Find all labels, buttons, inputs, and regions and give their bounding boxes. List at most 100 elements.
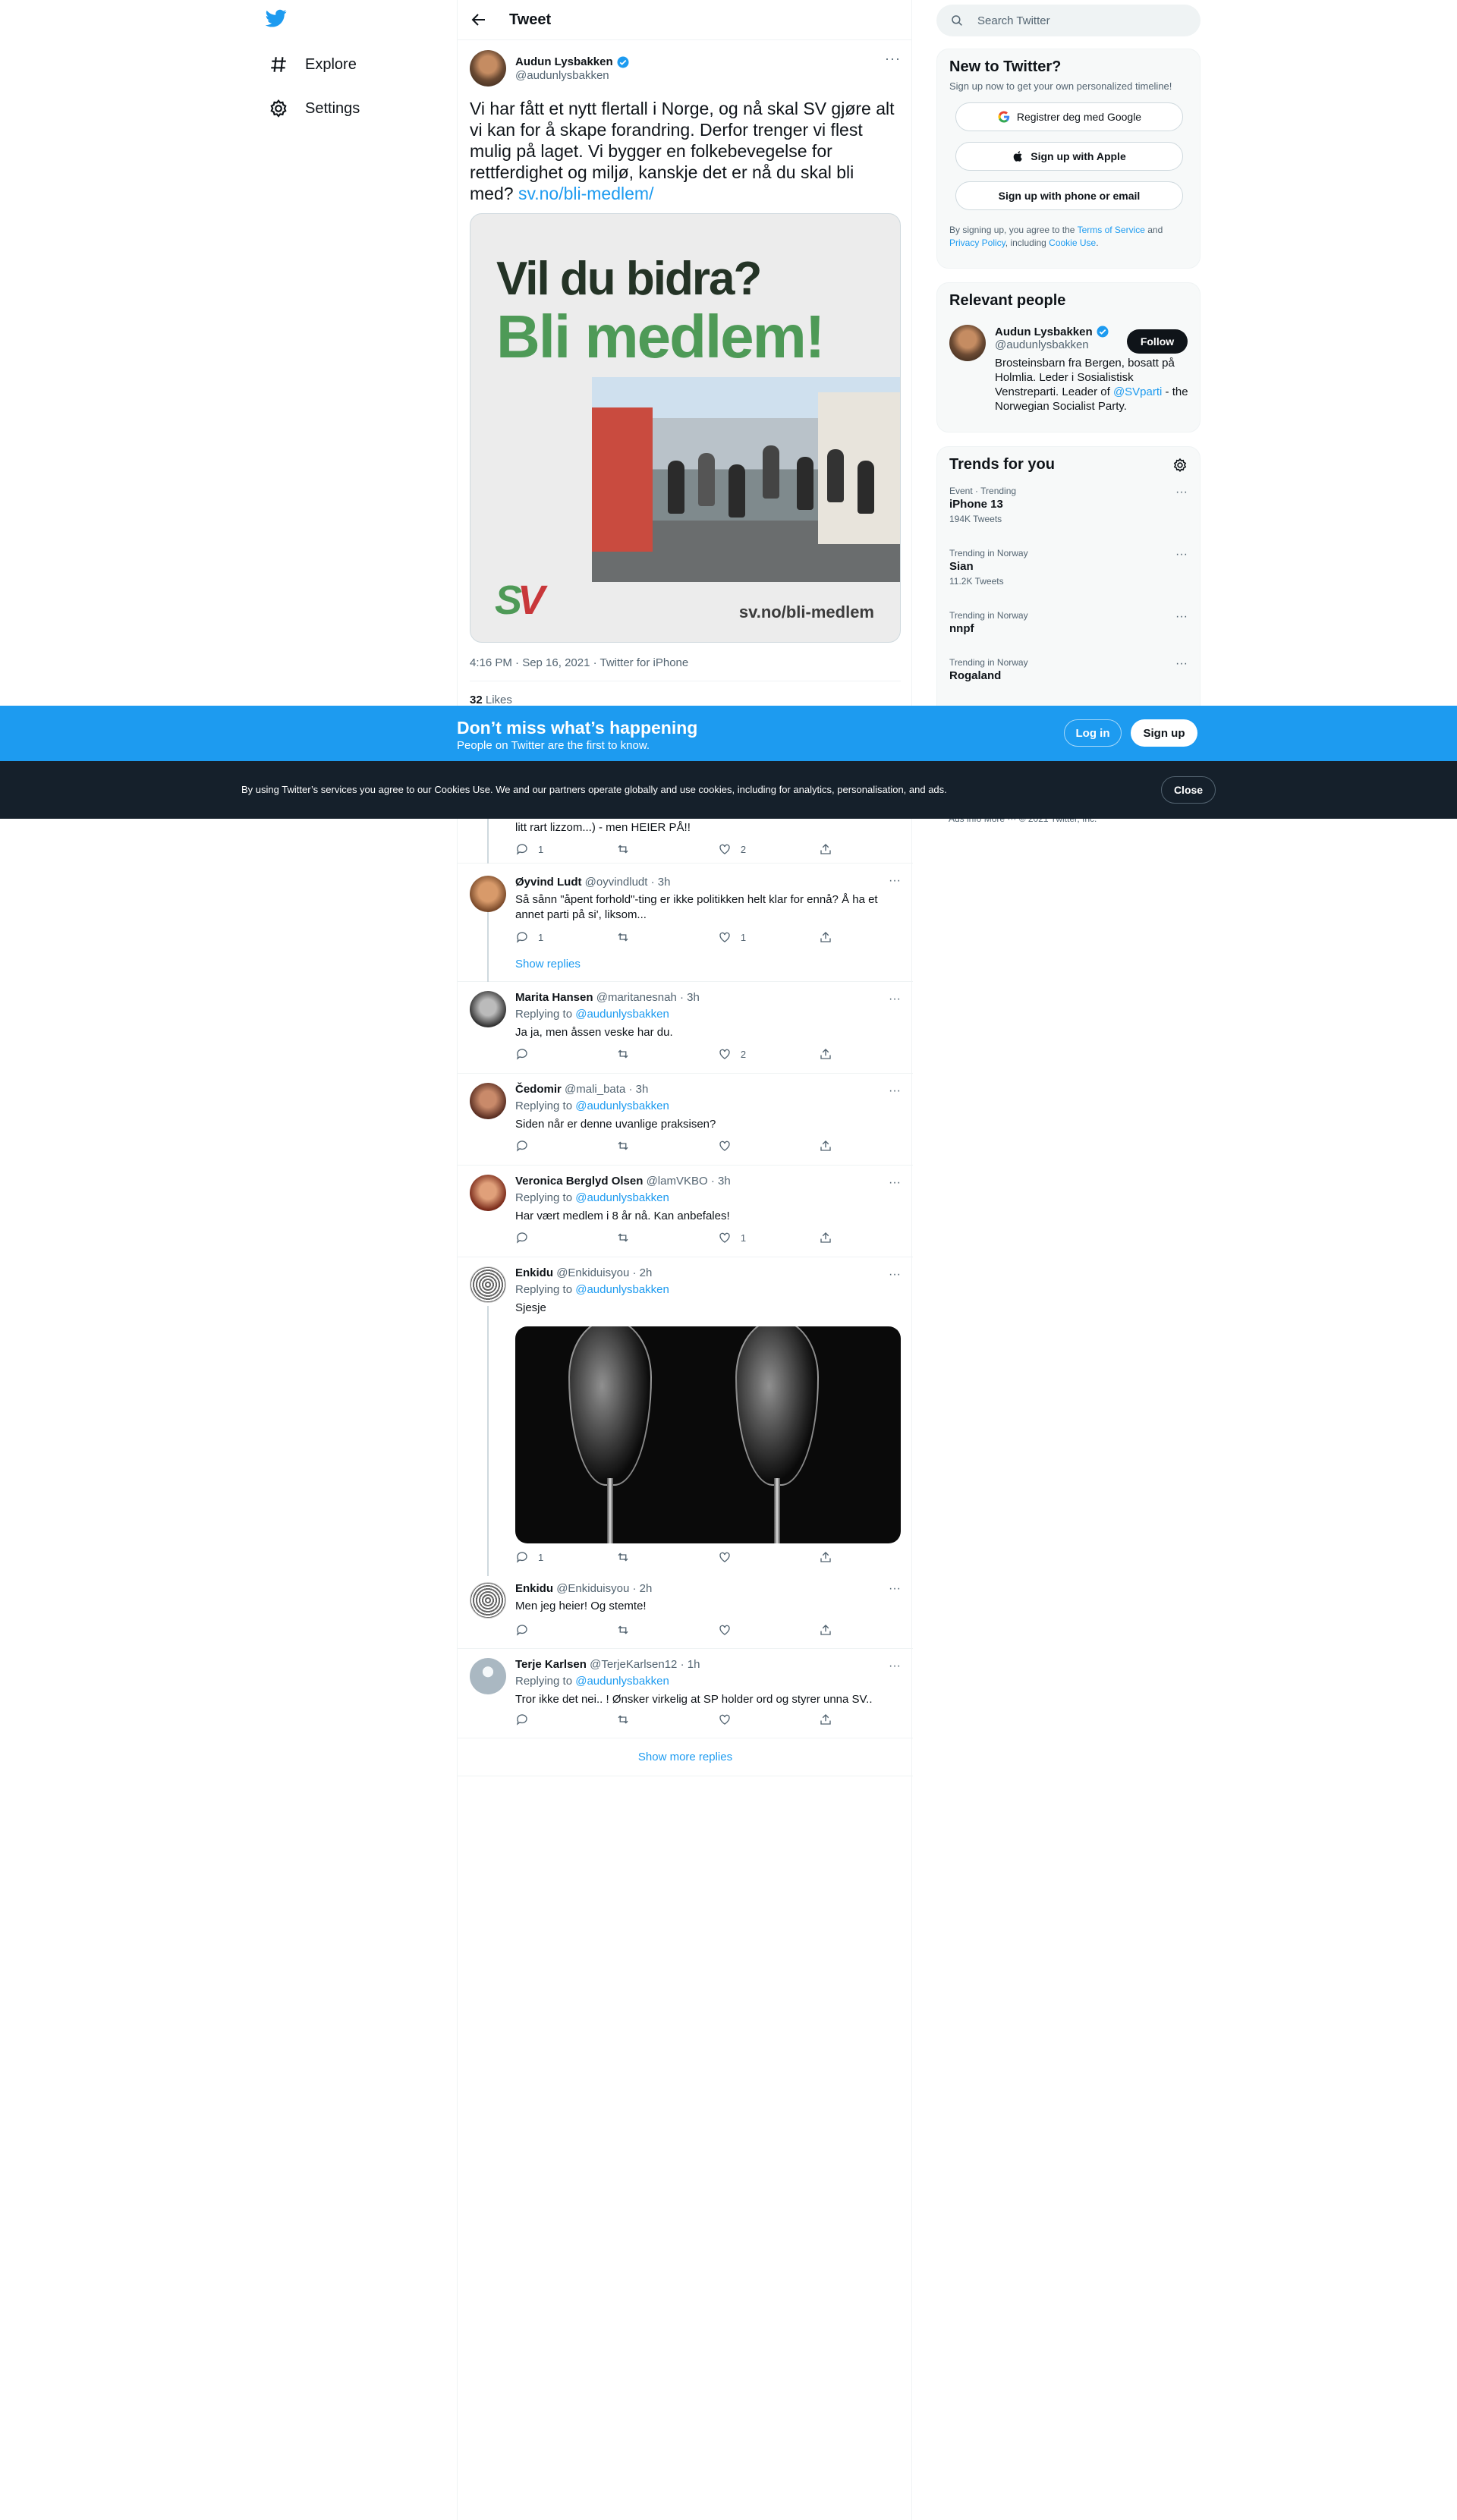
reply-item[interactable]: Čedomir @mali_bata · 3h Replying to @aud… [458,1074,913,1166]
more-options-icon[interactable]: ··· [889,1176,901,1190]
more-options-icon[interactable]: ··· [885,51,901,67]
close-button[interactable]: Close [1161,776,1216,804]
more-options-icon[interactable]: ··· [1175,486,1188,499]
reply-author-handle[interactable]: @maritanesnah [596,991,677,1004]
reply-time[interactable]: · 2h [632,1582,652,1595]
reply-time[interactable]: · 2h [632,1266,652,1279]
like-button[interactable] [718,1139,819,1153]
reply-image[interactable] [515,1326,901,1543]
avatar[interactable] [470,1658,506,1694]
more-options-icon[interactable]: ··· [889,993,901,1006]
privacy-link[interactable]: Privacy Policy [949,238,1005,248]
reply-time[interactable]: · 3h [651,876,671,889]
cookie-use-link[interactable]: Cookie Use [1049,238,1096,248]
like-button[interactable] [718,1713,819,1726]
more-options-icon[interactable]: ··· [889,1660,901,1673]
replying-to-link[interactable]: @audunlysbakken [575,1283,669,1296]
google-signup-button[interactable]: Registrer deg med Google [955,102,1183,131]
reply-item[interactable]: Veronica Berglyd Olsen @lamVKBO · 3h Rep… [458,1166,913,1257]
retweet-button[interactable] [616,930,717,944]
replying-to-link[interactable]: @audunlysbakken [575,1675,669,1688]
reply-time[interactable]: · 3h [628,1083,648,1096]
more-options-icon[interactable]: ··· [889,1582,901,1596]
reply-button[interactable]: 1 [515,930,616,944]
replying-to-link[interactable]: @audunlysbakken [575,1191,669,1204]
avatar[interactable] [470,1175,506,1211]
login-button[interactable]: Log in [1064,719,1122,747]
reply-button[interactable]: 1 [515,842,616,856]
reply-button[interactable] [515,1713,616,1726]
reply-item[interactable]: Øyvind Ludt @oyvindludt · 3h Så sånn "åp… [458,864,913,982]
replying-to-link[interactable]: @audunlysbakken [575,1008,669,1021]
like-button[interactable]: 2 [718,842,819,856]
replying-to-link[interactable]: @audunlysbakken [575,1100,669,1112]
like-button[interactable]: 2 [718,1047,819,1061]
share-button[interactable] [819,1623,842,1637]
reply-author-name[interactable]: Enkidu [515,1266,553,1279]
share-button[interactable] [819,1550,842,1564]
reply-author-name[interactable]: Øyvind Ludt [515,876,582,889]
reply-button[interactable] [515,1139,616,1153]
share-button[interactable] [819,1139,842,1153]
reply-author-name[interactable]: Čedomir [515,1083,562,1096]
tweet-timestamp[interactable]: 4:16 PM · Sep 16, 2021 · Twitter for iPh… [470,656,901,672]
back-arrow-icon[interactable] [470,11,488,29]
more-options-icon[interactable]: ··· [889,1084,901,1098]
avatar[interactable] [470,50,506,87]
reply-author-name[interactable]: Marita Hansen [515,991,593,1004]
retweet-button[interactable] [616,1713,717,1726]
person-row[interactable]: Audun Lysbakken @audunlysbakken Brostein… [949,325,1188,416]
like-button[interactable] [718,1550,819,1564]
avatar[interactable] [470,1582,506,1619]
email-signup-button[interactable]: Sign up with phone or email [955,181,1183,210]
share-button[interactable] [819,930,842,944]
avatar[interactable] [470,1083,506,1119]
retweet-button[interactable] [616,842,717,856]
reply-author-handle[interactable]: @Enkiduisyou [556,1266,629,1279]
author-name[interactable]: Audun Lysbakken [515,55,613,68]
tweet-media-card[interactable]: Vil du bidra? Bli medlem! SV sv.no/bli-m… [470,213,901,643]
share-button[interactable] [819,1231,842,1244]
trend-item[interactable]: Trending in Norway Sian 11.2K Tweets ··· [949,548,1188,598]
reply-time[interactable]: · 3h [711,1175,731,1188]
like-button[interactable]: 1 [718,930,819,944]
share-button[interactable] [819,1047,842,1061]
reply-author-name[interactable]: Enkidu [515,1582,553,1595]
show-more-replies-link[interactable]: Show more replies [458,1751,913,1763]
reply-author-handle[interactable]: @oyvindludt [585,876,648,889]
retweet-button[interactable] [616,1550,717,1564]
trend-item[interactable]: Event · Trending iPhone 13 194K Tweets ·… [949,486,1188,536]
reply-item[interactable]: litt rart lizzom...) - men HEIER PÅ!! 1 … [458,819,913,864]
retweet-button[interactable] [616,1139,717,1153]
reply-author-handle[interactable]: @TerjeKarlsen12 [590,1658,677,1671]
reply-button[interactable] [515,1047,616,1061]
like-button[interactable] [718,1623,819,1637]
tweet-author[interactable]: Audun Lysbakken @audunlysbakken [470,49,901,87]
more-options-icon[interactable]: ··· [1175,548,1188,562]
person-name[interactable]: Audun Lysbakken [995,326,1093,338]
trend-item[interactable]: Trending in Norway nnpf ··· [949,610,1188,645]
terms-link[interactable]: Terms of Service [1078,225,1145,235]
reply-item[interactable]: Enkidu @Enkiduisyou · 2h Men jeg heier! … [458,1576,913,1649]
reply-author-handle[interactable]: @Enkiduisyou [556,1582,629,1595]
author-handle[interactable]: @audunlysbakken [515,69,630,82]
reply-item[interactable]: Enkidu @Enkiduisyou · 2h Replying to @au… [458,1257,913,1576]
twitter-logo-icon[interactable] [265,8,296,38]
search-input[interactable]: Search Twitter [936,5,1201,36]
gear-icon[interactable] [1172,458,1188,473]
avatar[interactable] [470,991,506,1027]
reply-button[interactable] [515,1623,616,1637]
avatar[interactable] [949,325,986,361]
reply-time[interactable]: · 1h [681,1658,700,1671]
nav-explore[interactable]: Explore [269,55,357,74]
retweet-button[interactable] [616,1623,717,1637]
share-button[interactable] [819,1713,842,1726]
apple-signup-button[interactable]: Sign up with Apple [955,142,1183,171]
more-options-icon[interactable]: ··· [1175,657,1188,671]
nav-settings[interactable]: Settings [269,99,360,118]
more-options-icon[interactable]: ··· [889,874,901,888]
tweet-link[interactable]: sv.no/bli-medlem/ [518,184,654,203]
signup-button[interactable]: Sign up [1131,719,1197,747]
reply-author-name[interactable]: Terje Karlsen [515,1658,587,1671]
trend-item[interactable]: Trending in Norway Rogaland ··· [949,657,1188,707]
